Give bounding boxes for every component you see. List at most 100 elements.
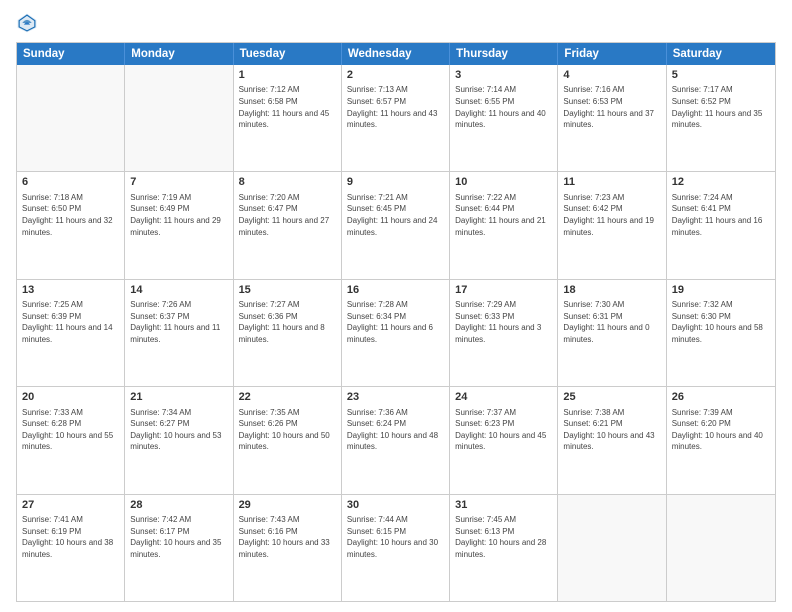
- empty-cell-r0c0: [17, 65, 125, 171]
- day-cell-20: 20Sunrise: 7:33 AM Sunset: 6:28 PM Dayli…: [17, 387, 125, 493]
- day-cell-29: 29Sunrise: 7:43 AM Sunset: 6:16 PM Dayli…: [234, 495, 342, 601]
- day-cell-7: 7 Sunrise: 7:19 AM Sunset: 6:49 PM Daylig…: [125, 172, 233, 278]
- day-cell-4: 4Sunrise: 7:16 AM Sunset: 6:53 PM Daylig…: [558, 65, 666, 171]
- day-cell-28: 28Sunrise: 7:42 AM Sunset: 6:17 PM Dayli…: [125, 495, 233, 601]
- day-number: 8: [239, 175, 336, 190]
- day-cell-15: 15Sunrise: 7:27 AM Sunset: 6:36 PM Dayli…: [234, 280, 342, 386]
- day-cell-22: 22 Sunrise: 7:35 AM Sunset: 6:26 PM Dayli…: [234, 387, 342, 493]
- day-cell-6: 6 Sunrise: 7:18 AM Sunset: 6:50 PM Daylig…: [17, 172, 125, 278]
- day-number: 23: [347, 390, 444, 405]
- calendar-row-5: 27Sunrise: 7:41 AM Sunset: 6:19 PM Dayli…: [17, 495, 775, 601]
- day-number: 5: [672, 68, 770, 83]
- day-number: 7: [130, 175, 227, 190]
- day-number: 18: [563, 283, 660, 298]
- day-cell-30: 30Sunrise: 7:44 AM Sunset: 6:15 PM Dayli…: [342, 495, 450, 601]
- day-info: Sunrise: 7:45 AM Sunset: 6:13 PM Dayligh…: [455, 514, 552, 560]
- calendar-header: SundayMondayTuesdayWednesdayThursdayFrid…: [17, 43, 775, 65]
- day-info: Sunrise: 7:25 AM Sunset: 6:39 PM Dayligh…: [22, 299, 119, 345]
- day-number: 10: [455, 175, 552, 190]
- day-cell-18: 18Sunrise: 7:30 AM Sunset: 6:31 PM Dayli…: [558, 280, 666, 386]
- weekday-header-friday: Friday: [558, 43, 666, 65]
- day-number: 6: [22, 175, 119, 190]
- day-info: Sunrise: 7:30 AM Sunset: 6:31 PM Dayligh…: [563, 299, 660, 345]
- day-cell-19: 19Sunrise: 7:32 AM Sunset: 6:30 PM Dayli…: [667, 280, 775, 386]
- day-info: Sunrise: 7:37 AM Sunset: 6:23 PM Dayligh…: [455, 407, 552, 453]
- day-info: Sunrise: 7:43 AM Sunset: 6:16 PM Dayligh…: [239, 514, 336, 560]
- day-info: Sunrise: 7:20 AM Sunset: 6:47 PM Dayligh…: [239, 192, 336, 238]
- day-number: 9: [347, 175, 444, 190]
- empty-cell-r0c1: [125, 65, 233, 171]
- day-info: Sunrise: 7:44 AM Sunset: 6:15 PM Dayligh…: [347, 514, 444, 560]
- header: [16, 12, 776, 34]
- day-info: Sunrise: 7:36 AM Sunset: 6:24 PM Dayligh…: [347, 407, 444, 453]
- day-number: 22: [239, 390, 336, 405]
- day-number: 19: [672, 283, 770, 298]
- day-info: Sunrise: 7:27 AM Sunset: 6:36 PM Dayligh…: [239, 299, 336, 345]
- day-info: Sunrise: 7:14 AM Sunset: 6:55 PM Dayligh…: [455, 84, 552, 130]
- day-info: Sunrise: 7:19 AM Sunset: 6:49 PM Dayligh…: [130, 192, 227, 238]
- day-info: Sunrise: 7:29 AM Sunset: 6:33 PM Dayligh…: [455, 299, 552, 345]
- day-number: 2: [347, 68, 444, 83]
- day-number: 3: [455, 68, 552, 83]
- day-number: 24: [455, 390, 552, 405]
- day-cell-21: 21Sunrise: 7:34 AM Sunset: 6:27 PM Dayli…: [125, 387, 233, 493]
- day-info: Sunrise: 7:21 AM Sunset: 6:45 PM Dayligh…: [347, 192, 444, 238]
- day-info: Sunrise: 7:41 AM Sunset: 6:19 PM Dayligh…: [22, 514, 119, 560]
- day-number: 1: [239, 68, 336, 83]
- day-number: 29: [239, 498, 336, 513]
- day-number: 14: [130, 283, 227, 298]
- day-number: 17: [455, 283, 552, 298]
- day-info: Sunrise: 7:24 AM Sunset: 6:41 PM Dayligh…: [672, 192, 770, 238]
- day-number: 31: [455, 498, 552, 513]
- empty-cell-r4c6: [667, 495, 775, 601]
- day-number: 26: [672, 390, 770, 405]
- day-info: Sunrise: 7:22 AM Sunset: 6:44 PM Dayligh…: [455, 192, 552, 238]
- day-cell-3: 3Sunrise: 7:14 AM Sunset: 6:55 PM Daylig…: [450, 65, 558, 171]
- day-cell-23: 23 Sunrise: 7:36 AM Sunset: 6:24 PM Dayli…: [342, 387, 450, 493]
- day-info: Sunrise: 7:12 AM Sunset: 6:58 PM Dayligh…: [239, 84, 336, 130]
- day-cell-10: 10 Sunrise: 7:22 AM Sunset: 6:44 PM Dayli…: [450, 172, 558, 278]
- day-info: Sunrise: 7:16 AM Sunset: 6:53 PM Dayligh…: [563, 84, 660, 130]
- day-cell-2: 2Sunrise: 7:13 AM Sunset: 6:57 PM Daylig…: [342, 65, 450, 171]
- day-cell-1: 1Sunrise: 7:12 AM Sunset: 6:58 PM Daylig…: [234, 65, 342, 171]
- weekday-header-tuesday: Tuesday: [234, 43, 342, 65]
- calendar: SundayMondayTuesdayWednesdayThursdayFrid…: [16, 42, 776, 602]
- day-number: 11: [563, 175, 660, 190]
- day-info: Sunrise: 7:28 AM Sunset: 6:34 PM Dayligh…: [347, 299, 444, 345]
- weekday-header-monday: Monday: [125, 43, 233, 65]
- calendar-row-2: 6 Sunrise: 7:18 AM Sunset: 6:50 PM Daylig…: [17, 172, 775, 279]
- day-cell-25: 25 Sunrise: 7:38 AM Sunset: 6:21 PM Dayli…: [558, 387, 666, 493]
- day-cell-12: 12 Sunrise: 7:24 AM Sunset: 6:41 PM Dayli…: [667, 172, 775, 278]
- day-number: 12: [672, 175, 770, 190]
- weekday-header-saturday: Saturday: [667, 43, 775, 65]
- day-cell-16: 16Sunrise: 7:28 AM Sunset: 6:34 PM Dayli…: [342, 280, 450, 386]
- day-cell-17: 17Sunrise: 7:29 AM Sunset: 6:33 PM Dayli…: [450, 280, 558, 386]
- calendar-row-4: 20Sunrise: 7:33 AM Sunset: 6:28 PM Dayli…: [17, 387, 775, 494]
- day-cell-24: 24 Sunrise: 7:37 AM Sunset: 6:23 PM Dayli…: [450, 387, 558, 493]
- calendar-row-3: 13Sunrise: 7:25 AM Sunset: 6:39 PM Dayli…: [17, 280, 775, 387]
- day-number: 30: [347, 498, 444, 513]
- day-info: Sunrise: 7:35 AM Sunset: 6:26 PM Dayligh…: [239, 407, 336, 453]
- weekday-header-sunday: Sunday: [17, 43, 125, 65]
- day-info: Sunrise: 7:38 AM Sunset: 6:21 PM Dayligh…: [563, 407, 660, 453]
- day-number: 21: [130, 390, 227, 405]
- day-info: Sunrise: 7:13 AM Sunset: 6:57 PM Dayligh…: [347, 84, 444, 130]
- day-cell-31: 31Sunrise: 7:45 AM Sunset: 6:13 PM Dayli…: [450, 495, 558, 601]
- calendar-row-1: 1Sunrise: 7:12 AM Sunset: 6:58 PM Daylig…: [17, 65, 775, 172]
- day-number: 28: [130, 498, 227, 513]
- day-cell-5: 5Sunrise: 7:17 AM Sunset: 6:52 PM Daylig…: [667, 65, 775, 171]
- weekday-header-thursday: Thursday: [450, 43, 558, 65]
- day-cell-8: 8 Sunrise: 7:20 AM Sunset: 6:47 PM Daylig…: [234, 172, 342, 278]
- page: SundayMondayTuesdayWednesdayThursdayFrid…: [0, 0, 792, 612]
- day-cell-27: 27Sunrise: 7:41 AM Sunset: 6:19 PM Dayli…: [17, 495, 125, 601]
- day-number: 25: [563, 390, 660, 405]
- day-number: 13: [22, 283, 119, 298]
- day-info: Sunrise: 7:18 AM Sunset: 6:50 PM Dayligh…: [22, 192, 119, 238]
- day-cell-13: 13Sunrise: 7:25 AM Sunset: 6:39 PM Dayli…: [17, 280, 125, 386]
- day-info: Sunrise: 7:33 AM Sunset: 6:28 PM Dayligh…: [22, 407, 119, 453]
- logo-icon: [16, 12, 38, 34]
- empty-cell-r4c5: [558, 495, 666, 601]
- day-info: Sunrise: 7:23 AM Sunset: 6:42 PM Dayligh…: [563, 192, 660, 238]
- day-cell-9: 9 Sunrise: 7:21 AM Sunset: 6:45 PM Daylig…: [342, 172, 450, 278]
- day-cell-11: 11 Sunrise: 7:23 AM Sunset: 6:42 PM Dayli…: [558, 172, 666, 278]
